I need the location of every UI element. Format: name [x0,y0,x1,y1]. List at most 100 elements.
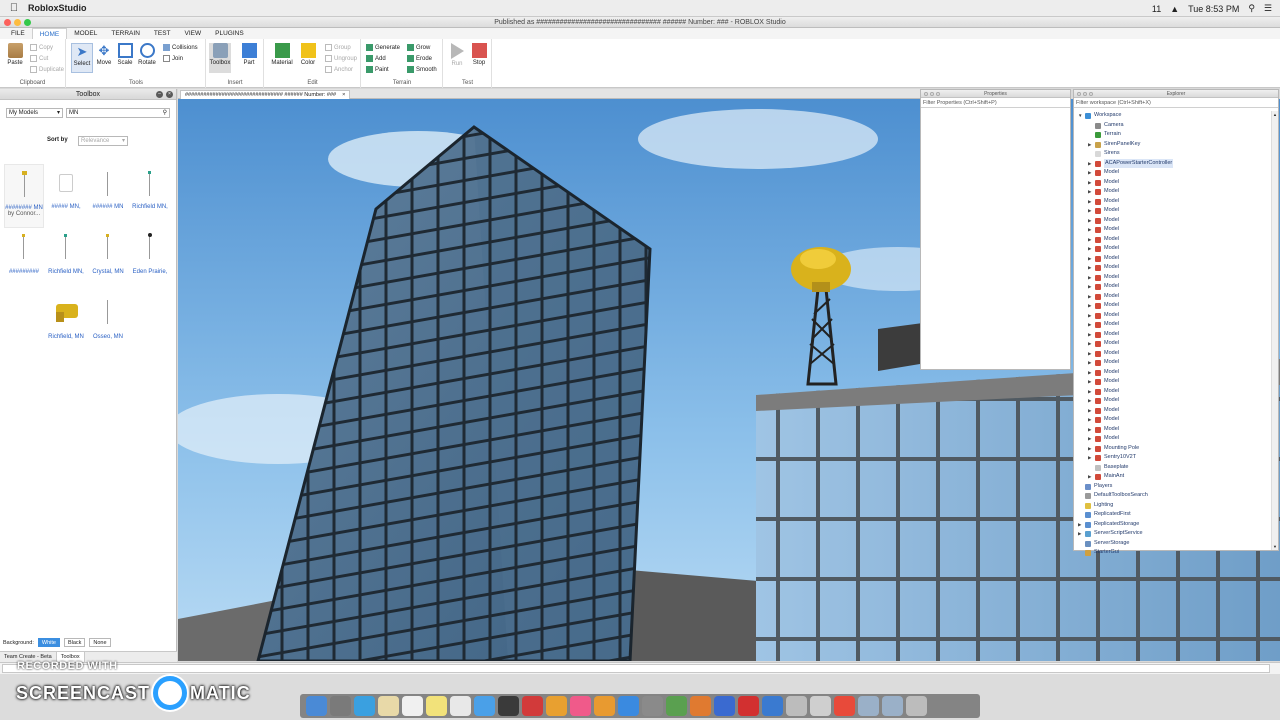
copy-button[interactable]: Copy [30,44,53,51]
category-dropdown[interactable]: My Models ▾ [6,108,63,118]
explorer-tree-item[interactable]: Players [1074,482,1270,492]
collapsed-arrow-icon[interactable]: ▶ [1088,140,1091,150]
camera-icon[interactable] [498,696,519,716]
duplicate-button[interactable]: Duplicate [30,66,64,73]
command-input[interactable] [2,664,1270,673]
preview-icon[interactable] [810,696,831,716]
explorer-tree-item[interactable]: ▶ Model [1074,349,1270,359]
explorer-tree-item[interactable]: Sirens [1074,149,1270,159]
join-checkbox[interactable]: Join [163,55,183,62]
search-input[interactable]: MN ⚲ [66,108,170,118]
explorer-tree-item[interactable]: ▶ Model [1074,415,1270,425]
close-window-button[interactable] [4,19,11,26]
explorer-filter-input[interactable]: Filter workspace (Ctrl+Shift+X) [1074,98,1278,108]
explorer-tree-item[interactable]: ▶ Model [1074,301,1270,311]
explorer-tree-item[interactable]: ▶ Sentry10V2T [1074,453,1270,463]
roblox-studio-icon[interactable] [714,696,735,716]
tab-test[interactable]: TEST [147,28,178,39]
toolbox-item[interactable]: Richfield, MN [46,294,86,354]
collapsed-arrow-icon[interactable]: ▶ [1088,472,1091,482]
collisions-toggle[interactable]: Collisions [163,44,198,51]
collapsed-arrow-icon[interactable]: ▶ [1088,406,1091,416]
collapsed-arrow-icon[interactable]: ▶ [1088,178,1091,188]
explorer-tree-item[interactable]: ▶ Model [1074,292,1270,302]
explorer-tree-item[interactable]: ▶ Model [1074,434,1270,444]
grow-button[interactable]: Grow [407,44,430,51]
erode-button[interactable]: Erode [407,55,432,62]
system-prefs-icon[interactable] [642,696,663,716]
safari-icon[interactable] [354,696,375,716]
panel-close-icon[interactable] [1077,92,1081,96]
explorer-tree-item[interactable]: ▶ Model [1074,254,1270,264]
screenshot-icon[interactable] [786,696,807,716]
explorer-tree-item[interactable]: Baseplate [1074,463,1270,473]
collapsed-arrow-icon[interactable]: ▶ [1088,425,1091,435]
scroll-down-icon[interactable]: ▼ [1273,544,1277,549]
explorer-scrollbar[interactable]: ▲ ▼ [1271,111,1278,550]
properties-filter-input[interactable]: Filter Properties (Ctrl+Shift+P) [921,98,1070,108]
explorer-tree-item[interactable]: ▶ Model [1074,216,1270,226]
collapsed-arrow-icon[interactable]: ▶ [1088,311,1091,321]
explorer-tree-item[interactable]: ▶ Model [1074,368,1270,378]
explorer-tree-item[interactable]: Camera [1074,121,1270,131]
collapsed-arrow-icon[interactable]: ▶ [1088,377,1091,387]
collapsed-arrow-icon[interactable]: ▶ [1088,320,1091,330]
add-terrain-button[interactable]: Add [366,55,386,62]
notification-icon[interactable]: ☰ [1264,3,1272,14]
screencast-icon[interactable] [762,696,783,716]
explorer-tree-item[interactable]: ▶ Model [1074,235,1270,245]
explorer-tree-item[interactable]: ▶ Model [1074,206,1270,216]
tab-terrain[interactable]: TERRAIN [104,28,147,39]
collapsed-arrow-icon[interactable]: ▶ [1078,520,1081,530]
part-button[interactable]: Part [238,43,260,66]
collapsed-arrow-icon[interactable]: ▶ [1088,159,1091,169]
collapsed-arrow-icon[interactable]: ▶ [1088,368,1091,378]
explorer-tree-item[interactable]: ▶ MainAnt [1074,472,1270,482]
explorer-tree-item[interactable]: ▶ Model [1074,387,1270,397]
explorer-tree-item[interactable]: ▶ Model [1074,311,1270,321]
apple-icon[interactable]:  [0,2,28,14]
collapsed-arrow-icon[interactable]: ▶ [1088,387,1091,397]
explorer-tree-item[interactable]: ReplicatedFirst [1074,510,1270,520]
firefox-icon[interactable] [690,696,711,716]
contacts-icon[interactable] [378,696,399,716]
sort-dropdown[interactable]: Relevance ▾ [78,136,128,146]
collapsed-arrow-icon[interactable]: ▶ [1088,434,1091,444]
notes-icon[interactable] [426,696,447,716]
collapsed-arrow-icon[interactable]: ▶ [1088,358,1091,368]
material-button[interactable]: Material [271,43,293,66]
launchpad-icon[interactable] [330,696,351,716]
calendar-icon[interactable] [402,696,423,716]
panel-minimize-icon[interactable] [930,92,934,96]
collapsed-arrow-icon[interactable]: ▶ [1088,206,1091,216]
toolbox-item[interactable]: Richfield MN, [130,164,170,224]
explorer-tree-item[interactable]: ▶ SirenPanelKey [1074,140,1270,150]
photobooth-icon[interactable] [522,696,543,716]
folder-icon[interactable] [858,696,879,716]
messages-icon[interactable] [474,696,495,716]
collapsed-arrow-icon[interactable]: ▶ [1088,292,1091,302]
panel-float-icon[interactable] [1089,92,1093,96]
explorer-tree-item[interactable]: ▶ Model [1074,263,1270,273]
tab-view[interactable]: VIEW [178,28,209,39]
anchor-button[interactable]: Anchor [325,66,353,73]
collapsed-arrow-icon[interactable]: ▶ [1078,529,1081,539]
spotlight-icon[interactable]: ⚲ [1248,3,1255,14]
explorer-tree-item[interactable]: ▶ Model [1074,358,1270,368]
cut-button[interactable]: Cut [30,55,48,62]
explorer-tree-item[interactable]: ▼ Workspace [1074,111,1270,121]
explorer-tree-item[interactable]: ▶ Model [1074,168,1270,178]
smooth-button[interactable]: Smooth [407,66,437,73]
toolbox-item[interactable]: Eden Prairie, [130,229,170,289]
finder-icon[interactable] [306,696,327,716]
ungroup-button[interactable]: Ungroup [325,55,357,62]
collapsed-arrow-icon[interactable]: ▶ [1088,282,1091,292]
tab-model[interactable]: MODEL [67,28,104,39]
collapsed-arrow-icon[interactable]: ▶ [1088,330,1091,340]
app-name-menu[interactable]: RobloxStudio [28,3,87,13]
paint-button[interactable]: Paint [366,66,389,73]
explorer-tree-item[interactable]: ▶ Model [1074,273,1270,283]
explorer-tree-item[interactable]: StarterGui [1074,548,1270,558]
close-tab-icon[interactable]: × [342,91,345,99]
color-button[interactable]: Color [297,43,319,66]
